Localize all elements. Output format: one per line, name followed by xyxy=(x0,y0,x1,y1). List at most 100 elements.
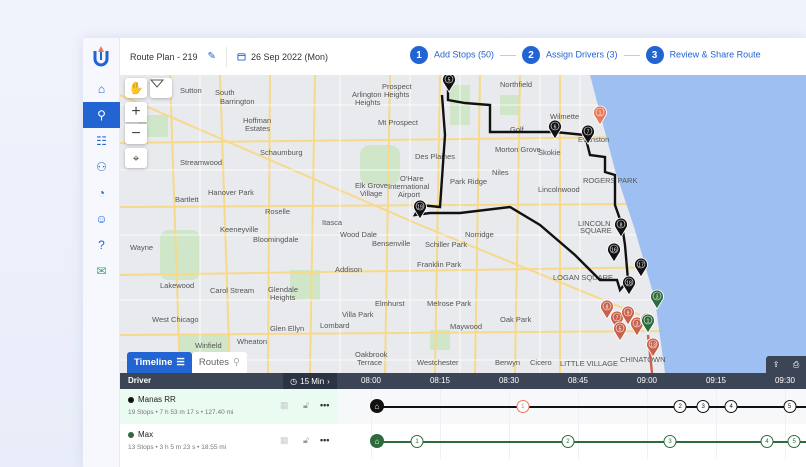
time-tick-label: 09:00 xyxy=(636,376,658,385)
tab-routes[interactable]: Routes ⚲ xyxy=(191,352,247,373)
stop-pin[interactable]: 17 xyxy=(634,257,648,278)
map-place-label: Heights xyxy=(270,293,296,302)
map-place-label: Maywood xyxy=(450,322,482,331)
map-place-label: Lincolnwood xyxy=(538,185,580,194)
step-number: 3 xyxy=(645,46,664,64)
time-tick-label: 08:45 xyxy=(567,376,589,385)
timeline-stop[interactable]: 3 xyxy=(696,400,710,413)
more-options-icon[interactable]: ••• xyxy=(320,400,329,410)
pin-label: 7 xyxy=(587,130,590,136)
date-label: 26 Sep 2022 (Mon) xyxy=(250,51,328,62)
sidebar: ⌂ ⚲ ☷ ⚇ ◔ ☺? ✉ xyxy=(83,38,120,467)
edit-icon[interactable]: ✎ xyxy=(208,51,216,62)
home-depot-icon[interactable]: ⌂ xyxy=(369,399,384,413)
step-assign-drivers[interactable]: 2 Assign Drivers (3) xyxy=(522,46,618,64)
map-place-label: Village xyxy=(360,189,382,198)
map-place-label: Heights xyxy=(384,90,410,99)
sidebar-item-reports[interactable]: ◔ xyxy=(83,180,120,206)
driver-summary: 19 Stops • 7 h 53 m 17 s • 127.40 mi xyxy=(128,409,234,416)
stepper: 1 Add Stops (50) 2 Assign Drivers (3) 3 Rev… xyxy=(410,46,761,64)
more-options-icon[interactable]: ••• xyxy=(320,435,329,445)
map-place-label: West Chicago xyxy=(152,315,199,324)
lasso-select-tool[interactable] xyxy=(150,78,172,98)
map-place-label: Streamwood xyxy=(180,158,222,167)
print-icon[interactable]: ⎙ xyxy=(793,360,799,370)
pin-label: 19 xyxy=(417,205,423,211)
pan-hand-tool[interactable]: ✋ xyxy=(125,78,147,98)
tab-timeline[interactable]: Timeline ☰ xyxy=(127,352,192,373)
sidebar-item-route-plan[interactable]: ⚲ xyxy=(83,102,120,128)
map-place-label: Wheaton xyxy=(237,337,267,346)
sidebar-item-contacts[interactable]: ☺ xyxy=(83,206,120,232)
map-place-label: Lakewood xyxy=(160,281,194,290)
plan-date[interactable]: 26 Sep 2022 (Mon) xyxy=(237,52,328,62)
locate-me-icon[interactable]: ⌖ xyxy=(125,148,147,168)
route-timeline-line xyxy=(376,441,806,443)
map-place-label: Bloomingdale xyxy=(253,235,298,244)
stop-pin[interactable]: 18 xyxy=(622,275,636,296)
step-number: 2 xyxy=(522,46,541,64)
schedule-icon[interactable]: ▦ xyxy=(280,400,289,411)
driver-row[interactable]: Manas RR 19 Stops • 7 h 53 m 17 s • 127.… xyxy=(120,389,806,424)
timeline-stop[interactable]: 1 xyxy=(410,435,424,448)
sidebar-item-chat[interactable]: ✉ xyxy=(83,258,120,284)
timeline-stop[interactable]: 4 xyxy=(724,400,738,413)
pin-label: 6 xyxy=(554,125,557,131)
sidebar-item-home[interactable]: ⌂ xyxy=(83,76,120,102)
timeline-stop[interactable]: 5 xyxy=(783,400,797,413)
divider xyxy=(225,46,227,67)
sidebar-item-users[interactable]: ⚇ xyxy=(83,154,120,180)
step-connector xyxy=(500,54,517,56)
route-icon: ⚲ xyxy=(233,357,240,368)
time-tick-label: 08:30 xyxy=(498,376,520,385)
stop-pin[interactable]: 19 xyxy=(413,199,427,220)
timeline-stop[interactable]: 3 xyxy=(663,435,677,448)
stop-pin[interactable]: 8 xyxy=(614,217,628,238)
map-place-label: Heights xyxy=(355,98,381,107)
route-timeline-line xyxy=(376,406,806,408)
map-place-label: Oak Park xyxy=(500,315,532,324)
document-icon: ☷ xyxy=(96,134,107,148)
sidebar-item-help[interactable]: ? xyxy=(83,232,120,258)
driver-row[interactable]: Max 13 Stops • 3 h 5 m 23 s • 18.55 mi ▦… xyxy=(120,424,806,459)
home-depot-icon[interactable]: ⌂ xyxy=(369,434,384,448)
timeline-stop[interactable]: 1 xyxy=(516,400,530,413)
map-place-label: Bensenville xyxy=(372,239,410,248)
zoom-out-button[interactable]: − xyxy=(125,124,147,144)
zoom-in-button[interactable]: + xyxy=(125,102,147,122)
tab-label: Routes xyxy=(198,357,230,368)
share-icon[interactable]: ⇪ xyxy=(773,360,780,369)
interval-selector[interactable]: ◷ 15 Min › xyxy=(283,373,337,389)
pin-label: 17 xyxy=(638,263,644,269)
pin-label: 3 xyxy=(636,322,639,328)
map-place-label: Mt Prospect xyxy=(378,118,419,127)
map-canvas[interactable]: Sutton SouthBarringtonHoffmanEstatesSchau… xyxy=(120,75,806,373)
timeline-stop[interactable]: 2 xyxy=(673,400,687,413)
pin-label: 7 xyxy=(616,316,619,322)
timeline-stop[interactable]: 5 xyxy=(787,435,801,448)
map-place-label: Glen Ellyn xyxy=(270,324,304,333)
reports-icon: ◔ xyxy=(97,186,106,200)
time-tick-label: 09:30 xyxy=(774,376,796,385)
map-place-label: Skokie xyxy=(538,148,561,157)
lock-icon[interactable]: 🔓︎ xyxy=(303,435,309,446)
users-icon: ⚇ xyxy=(96,160,107,174)
lock-icon[interactable]: 🔓︎ xyxy=(303,400,309,411)
map-place-label: Des Plaines xyxy=(415,152,455,161)
map[interactable]: Sutton South Barrington Hoffman Estates Schau… xyxy=(120,75,806,373)
sidebar-item-document[interactable]: ☷ xyxy=(83,128,120,154)
pin-label: 8 xyxy=(606,305,609,311)
map-place-label: Wilmette xyxy=(550,112,579,121)
pin-label: 1 xyxy=(647,319,650,325)
step-add-stops[interactable]: 1 Add Stops (50) xyxy=(410,46,494,64)
step-review-share[interactable]: 3 Review & Share Route xyxy=(645,46,761,64)
stop-pin[interactable]: 16 xyxy=(607,242,621,263)
schedule-icon[interactable]: ▦ xyxy=(280,435,289,446)
map-place-label: Melrose Park xyxy=(427,299,471,308)
timeline-stop[interactable]: 4 xyxy=(760,435,774,448)
stop-pin[interactable]: 5 xyxy=(613,321,627,342)
map-place-label: Bartlett xyxy=(175,195,200,204)
map-place-label: Cicero xyxy=(530,358,552,367)
timeline-stop[interactable]: 2 xyxy=(561,435,575,448)
driver-name: Manas RR xyxy=(128,395,176,404)
